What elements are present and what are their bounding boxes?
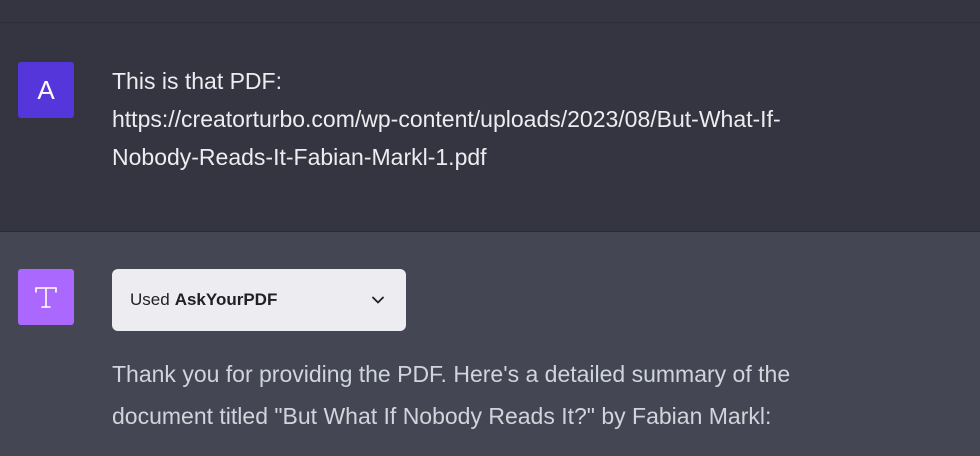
user-message-row: A This is that PDF: https://creatorturbo… bbox=[0, 0, 980, 232]
chevron-down-icon[interactable] bbox=[370, 292, 386, 308]
user-message-line: This is that PDF: bbox=[112, 68, 282, 94]
plugin-name: AskYourPDF bbox=[174, 290, 278, 309]
user-avatar-letter: A bbox=[37, 74, 55, 105]
user-message-text: This is that PDF: https://creatorturbo.c… bbox=[112, 62, 952, 176]
assistant-message-line: Thank you for providing the PDF. Here's … bbox=[112, 361, 791, 387]
assistant-message-text: Thank you for providing the PDF. Here's … bbox=[112, 353, 952, 437]
assistant-avatar bbox=[18, 269, 74, 325]
divider bbox=[0, 22, 980, 23]
user-message-link-line[interactable]: Nobody-Reads-It-Fabian-Markl-1.pdf bbox=[112, 138, 952, 176]
user-avatar: A bbox=[18, 62, 74, 118]
plugin-used-toggle[interactable]: Used AskYourPDF bbox=[112, 269, 406, 331]
assistant-message-line: document titled "But What If Nobody Read… bbox=[112, 403, 772, 429]
typewriter-t-icon bbox=[35, 287, 57, 308]
plugin-used-label: Used bbox=[130, 290, 170, 309]
user-message-link-line[interactable]: https://creatorturbo.com/wp-content/uplo… bbox=[112, 100, 952, 138]
